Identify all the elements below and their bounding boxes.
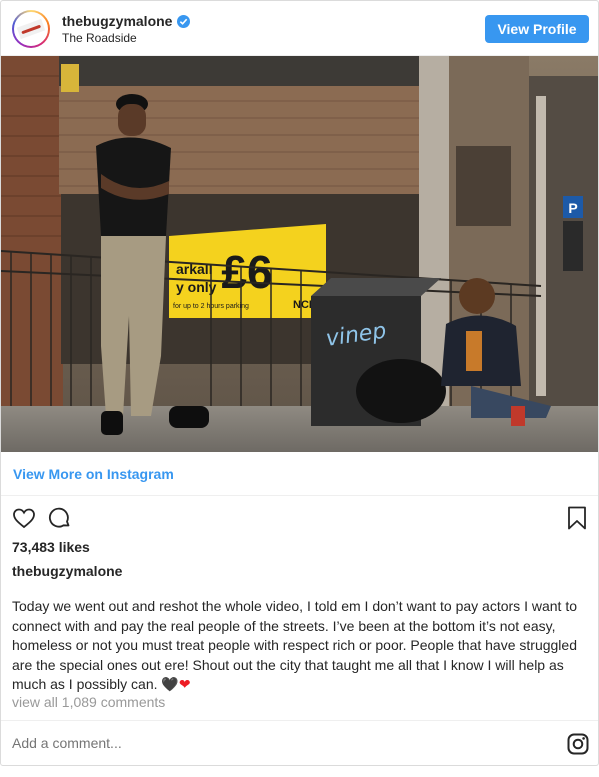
post-header: thebugzymalone The Roadside View Profile	[1, 1, 598, 56]
username-row[interactable]: thebugzymalone	[62, 13, 191, 29]
username[interactable]: thebugzymalone	[62, 13, 172, 29]
black-heart-emoji: 🖤	[161, 676, 179, 692]
caption-emoji: 🖤❤	[161, 676, 190, 692]
view-more-on-instagram-link[interactable]: View More on Instagram	[1, 452, 598, 496]
action-bar	[1, 501, 598, 535]
caption-text-block: Today we went out and reshot the whole v…	[12, 597, 592, 695]
instagram-embed-card: thebugzymalone The Roadside View Profile	[0, 0, 599, 766]
divider	[1, 720, 598, 721]
svg-text:P: P	[568, 200, 577, 216]
location[interactable]: The Roadside	[62, 31, 137, 45]
red-heart-emoji: ❤	[178, 676, 191, 692]
view-all-comments-link[interactable]: view all 1,089 comments	[12, 694, 165, 710]
post-photo[interactable]: P £6 arkall y only for up to 2 hours par…	[1, 56, 598, 452]
caption-text: Today we went out and reshot the whole v…	[12, 598, 577, 692]
avatar[interactable]	[12, 10, 50, 48]
sign-price: £6	[221, 246, 272, 298]
bookmark-icon[interactable]	[565, 505, 589, 531]
add-comment-input[interactable]	[12, 735, 552, 751]
post-photo-image: P £6 arkall y only for up to 2 hours par…	[1, 56, 598, 452]
avatar-logo-icon	[16, 18, 46, 40]
avatar-image	[14, 12, 48, 46]
caption-username[interactable]: thebugzymalone	[12, 563, 122, 579]
likes-count[interactable]: 73,483 likes	[12, 539, 90, 555]
view-profile-button[interactable]: View Profile	[485, 15, 589, 43]
instagram-icon[interactable]	[566, 732, 590, 756]
comment-icon[interactable]	[48, 506, 72, 530]
heart-icon[interactable]	[12, 506, 36, 530]
verified-badge-icon	[177, 14, 191, 28]
